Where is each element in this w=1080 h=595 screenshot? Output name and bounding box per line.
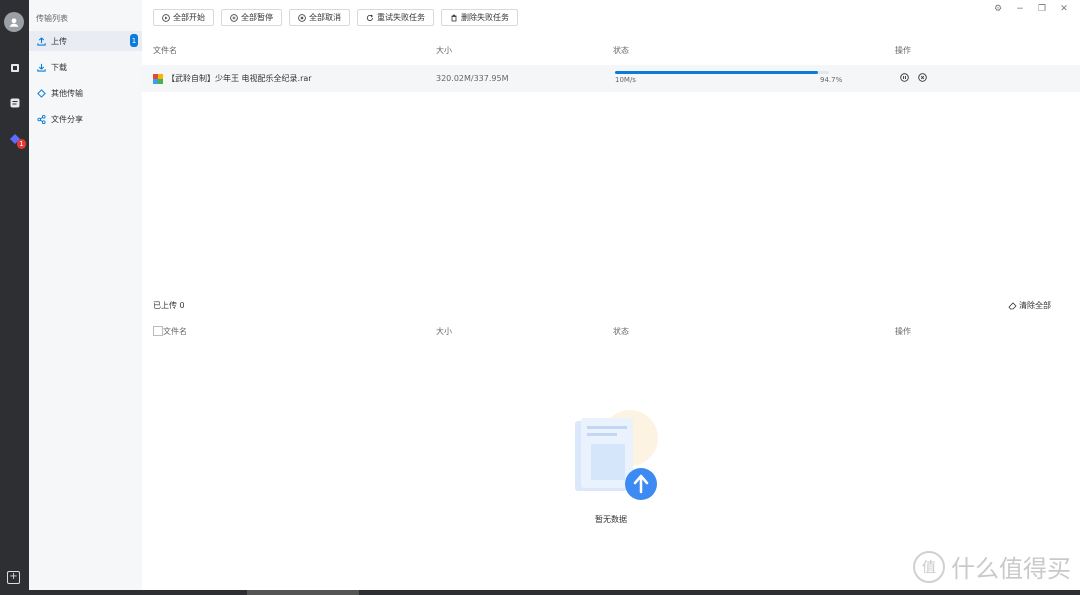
close-icon[interactable]: ✕	[1058, 4, 1070, 14]
empty-text: 暂无数据	[595, 515, 627, 524]
user-icon	[9, 18, 19, 27]
col-status: 状态	[613, 327, 629, 336]
start-all-label: 全部开始	[173, 13, 205, 22]
chat-icon[interactable]	[6, 94, 23, 111]
avatar[interactable]	[4, 12, 24, 32]
watermark-logo: 值	[913, 550, 945, 583]
transfer-sidebar: 传输列表 上传 1 下载 其他传输 文件分享	[29, 0, 142, 590]
delete-failed-button[interactable]: 删除失败任务	[441, 9, 518, 26]
minimize-icon[interactable]: −	[1014, 4, 1026, 14]
pause-icon[interactable]	[900, 73, 909, 82]
uploaded-title: 已上传 0	[153, 301, 185, 310]
retry-failed-label: 重试失败任务	[377, 13, 425, 22]
col-size: 大小	[436, 46, 452, 55]
bottom-bar-segment	[247, 590, 359, 595]
app-rail: 1 +	[0, 0, 29, 590]
settings-icon[interactable]: ⚙	[992, 4, 1004, 14]
pause-circle-icon	[230, 13, 238, 22]
restore-icon[interactable]: ❐	[1036, 4, 1048, 14]
pause-all-button[interactable]: 全部暂停	[221, 9, 282, 26]
sidebar-item-other-transfer[interactable]: 其他传输	[29, 83, 142, 103]
rar-file-icon	[153, 73, 163, 84]
sidebar-item-file-share[interactable]: 文件分享	[29, 109, 142, 129]
bottom-bar	[0, 590, 1080, 595]
pause-all-label: 全部暂停	[241, 13, 273, 22]
sidebar-item-label: 下载	[51, 62, 67, 72]
watermark: 值 什么值得买	[913, 549, 1071, 584]
start-all-button[interactable]: 全部开始	[153, 9, 214, 26]
uploaded-table-header: 文件名 大小 状态 操作	[0, 326, 1080, 340]
play-circle-icon	[162, 13, 170, 22]
transfer-speed: 10M/s	[615, 76, 636, 84]
file-name: 【武聆自制】少年王 电视配乐全纪录.rar	[167, 74, 312, 83]
col-name: 文件名	[163, 327, 187, 336]
sidebar-item-download[interactable]: 下载	[29, 57, 142, 77]
rail-badge: 1	[17, 139, 26, 149]
trash-icon	[451, 14, 457, 21]
eraser-icon	[1008, 302, 1017, 310]
download-icon	[36, 62, 46, 72]
table-row[interactable]: 【武聆自制】少年王 电视配乐全纪录.rar 320.02M/337.95M 10…	[142, 65, 1080, 92]
watermark-text: 什么值得买	[951, 555, 1071, 583]
sidebar-title: 传输列表	[36, 14, 68, 23]
file-name-cell: 【武聆自制】少年王 电视配乐全纪录.rar	[153, 73, 312, 84]
cancel-all-label: 全部取消	[309, 13, 341, 22]
delete-failed-label: 删除失败任务	[461, 13, 509, 22]
toolbar: 全部开始 全部暂停 全部取消 重试失败任务 删除失败任务	[153, 9, 518, 26]
progress-percent: 94.7%	[820, 76, 843, 84]
retry-failed-button[interactable]: 重试失败任务	[357, 9, 434, 26]
clear-all-button[interactable]: 清除全部	[1008, 300, 1051, 311]
cancel-all-button[interactable]: 全部取消	[289, 9, 350, 26]
window-controls: ⚙ − ❐ ✕	[992, 4, 1070, 14]
diamond-icon	[36, 88, 46, 98]
transfer-table-header: 文件名 大小 状态 操作	[0, 45, 1080, 59]
share-icon	[36, 114, 46, 124]
progress-bar	[615, 71, 829, 74]
add-icon[interactable]: +	[7, 571, 20, 584]
col-status: 状态	[613, 46, 629, 55]
sidebar-item-label: 其他传输	[51, 88, 83, 98]
retry-icon	[366, 14, 373, 21]
col-name: 文件名	[153, 46, 177, 55]
col-size: 大小	[436, 327, 452, 336]
file-size: 320.02M/337.95M	[436, 74, 509, 83]
clear-all-label: 清除全部	[1019, 301, 1051, 310]
empty-illustration	[565, 408, 665, 503]
cancel-icon[interactable]	[918, 73, 927, 82]
sidebar-item-label: 文件分享	[51, 114, 83, 124]
close-circle-icon	[298, 13, 306, 22]
col-action: 操作	[895, 327, 911, 336]
progress-fill	[615, 71, 818, 74]
col-action: 操作	[895, 46, 911, 55]
office-icon[interactable]	[6, 59, 23, 76]
